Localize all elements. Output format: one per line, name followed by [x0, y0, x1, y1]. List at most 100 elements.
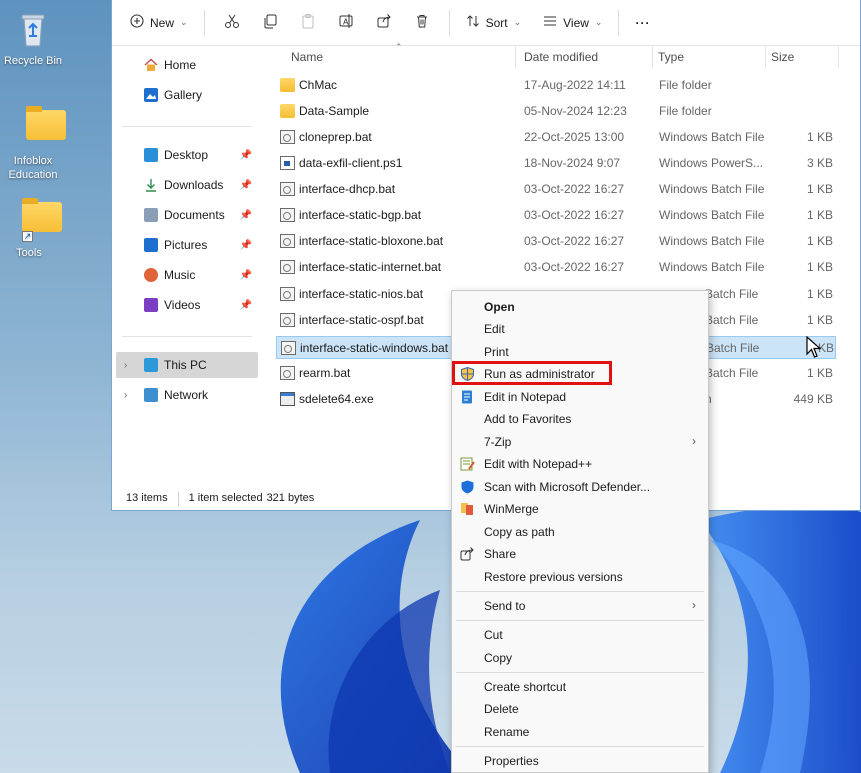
nav-item-downloads[interactable]: Downloads 📌: [122, 172, 258, 198]
file-row[interactable]: ChMac 17-Aug-2022 14:11 File folder: [276, 74, 836, 97]
view-button[interactable]: View ⌄: [535, 7, 610, 39]
chevron-right-icon[interactable]: ›: [124, 390, 127, 401]
menu-item-print[interactable]: Print: [452, 341, 708, 363]
nav-item-label: Pictures: [164, 238, 208, 252]
cut-button[interactable]: [213, 7, 251, 39]
menu-item-edit-in-notepad[interactable]: Edit in Notepad: [452, 386, 708, 408]
nav-item-network[interactable]: › Network: [116, 382, 258, 408]
file-row[interactable]: Data-Sample 05-Nov-2024 12:23 File folde…: [276, 100, 836, 123]
file-type: Batch File: [706, 341, 760, 355]
pin-icon[interactable]: 📌: [240, 240, 252, 251]
menu-item-share[interactable]: Share: [452, 543, 708, 565]
file-name: sdelete64.exe: [299, 392, 374, 406]
trash-icon: [414, 13, 430, 32]
column-header-name[interactable]: Name: [291, 50, 323, 64]
file-row[interactable]: cloneprep.bat 22-Oct-2025 13:00 Windows …: [276, 126, 836, 149]
menu-item-copy[interactable]: Copy: [452, 647, 708, 669]
menu-item-add-to-favorites[interactable]: Add to Favorites: [452, 408, 708, 430]
sort-button[interactable]: Sort ⌄: [458, 7, 530, 39]
menu-item-open[interactable]: Open: [452, 296, 708, 318]
toolbar-divider: [203, 9, 205, 36]
column-header-type[interactable]: Type: [658, 50, 684, 64]
file-name: interface-static-nios.bat: [299, 287, 424, 301]
menu-item-label: Edit in Notepad: [484, 390, 567, 404]
column-divider[interactable]: [652, 46, 653, 68]
menu-item-send-to[interactable]: Send to ›: [452, 595, 708, 617]
executable-file-icon: [280, 392, 295, 406]
command-bar: New ⌄ A Sort ⌄ View ⌄ ···: [112, 0, 860, 46]
file-row[interactable]: interface-static-bgp.bat 03-Oct-2022 16:…: [276, 204, 836, 227]
nav-item-home[interactable]: Home: [122, 52, 258, 78]
pin-icon[interactable]: 📌: [240, 270, 252, 281]
pin-icon[interactable]: 📌: [240, 150, 252, 161]
delete-button[interactable]: [403, 7, 441, 39]
menu-item-label: Share: [484, 547, 517, 561]
desktop-icon-infoblox-education[interactable]: Infoblox Education: [0, 104, 66, 182]
paste-button[interactable]: [289, 7, 327, 39]
file-size: 1 KB: [806, 234, 833, 248]
pin-icon[interactable]: 📌: [240, 180, 252, 191]
downloads-icon: [144, 178, 158, 192]
file-type: File folder: [659, 78, 712, 92]
menu-item-copy-as-path[interactable]: Copy as path: [452, 521, 708, 543]
pin-icon[interactable]: 📌: [240, 300, 252, 311]
new-button[interactable]: New ⌄: [122, 7, 196, 39]
nav-item-desktop[interactable]: Desktop 📌: [122, 142, 258, 168]
desktop-icon-label: Infoblox Education: [8, 155, 58, 181]
menu-item-edit-with-notepadpp[interactable]: Edit with Notepad++: [452, 453, 708, 475]
menu-item-scan-defender[interactable]: Scan with Microsoft Defender...: [452, 476, 708, 498]
menu-item-label: Restore previous versions: [484, 570, 623, 584]
desktop-icon-recycle-bin[interactable]: Recycle Bin: [0, 10, 66, 68]
file-row[interactable]: interface-static-internet.bat 03-Oct-202…: [276, 256, 836, 279]
nav-item-videos[interactable]: Videos 📌: [122, 292, 258, 318]
nav-item-documents[interactable]: Documents 📌: [122, 202, 258, 228]
menu-item-label: Cut: [484, 628, 503, 642]
menu-item-delete[interactable]: Delete: [452, 698, 708, 720]
desktop-icon-tools[interactable]: ↗ Tools: [0, 196, 62, 260]
file-row[interactable]: interface-dhcp.bat 03-Oct-2022 16:27 Win…: [276, 178, 836, 201]
menu-item-label: Print: [484, 345, 509, 359]
batch-file-icon: [280, 313, 295, 327]
menu-item-7zip[interactable]: 7-Zip ›: [452, 431, 708, 453]
column-header-date[interactable]: Date modified: [524, 50, 598, 64]
notepadpp-icon: [460, 457, 475, 471]
file-row[interactable]: data-exfil-client.ps1 18-Nov-2024 9:07 W…: [276, 152, 836, 175]
column-divider[interactable]: [765, 46, 766, 68]
chevron-right-icon: ›: [692, 598, 696, 612]
nav-item-this-pc[interactable]: › This PC: [116, 352, 258, 378]
plus-circle-icon: [130, 14, 144, 31]
more-dots-icon: ···: [635, 15, 651, 30]
sort-button-label: Sort: [485, 15, 508, 30]
nav-item-gallery[interactable]: Gallery: [122, 82, 258, 108]
pin-icon[interactable]: 📌: [240, 210, 252, 221]
share-button[interactable]: [365, 7, 403, 39]
menu-item-restore-previous-versions[interactable]: Restore previous versions: [452, 566, 708, 588]
menu-item-rename[interactable]: Rename: [452, 721, 708, 743]
file-row[interactable]: interface-static-bloxone.bat 03-Oct-2022…: [276, 230, 836, 253]
sort-ascending-icon: ⌃: [395, 42, 403, 52]
nav-item-music[interactable]: Music 📌: [122, 262, 258, 288]
chevron-right-icon[interactable]: ›: [124, 360, 127, 371]
chevron-down-icon: ⌄: [513, 17, 522, 27]
file-name: interface-dhcp.bat: [299, 182, 396, 196]
column-divider[interactable]: [515, 46, 516, 68]
file-type: Windows PowerS...: [659, 156, 764, 170]
menu-item-winmerge[interactable]: WinMerge: [452, 498, 708, 520]
rename-button[interactable]: A: [327, 7, 365, 39]
menu-item-create-shortcut[interactable]: Create shortcut: [452, 676, 708, 698]
pictures-icon: [144, 238, 158, 252]
batch-file-icon: [280, 366, 295, 380]
videos-icon: [144, 298, 158, 312]
menu-item-properties[interactable]: Properties: [452, 750, 708, 772]
file-name: interface-static-windows.bat: [300, 341, 449, 355]
nav-item-pictures[interactable]: Pictures 📌: [122, 232, 258, 258]
column-divider[interactable]: [838, 46, 839, 68]
menu-item-cut[interactable]: Cut: [452, 624, 708, 646]
copy-button[interactable]: [251, 7, 289, 39]
batch-file-icon: [280, 287, 295, 301]
menu-item-label: Scan with Microsoft Defender...: [484, 480, 651, 494]
more-options-button[interactable]: ···: [627, 7, 658, 39]
menu-item-edit[interactable]: Edit: [452, 318, 708, 340]
menu-item-label: Edit with Notepad++: [484, 457, 593, 471]
column-header-size[interactable]: Size: [771, 50, 794, 64]
